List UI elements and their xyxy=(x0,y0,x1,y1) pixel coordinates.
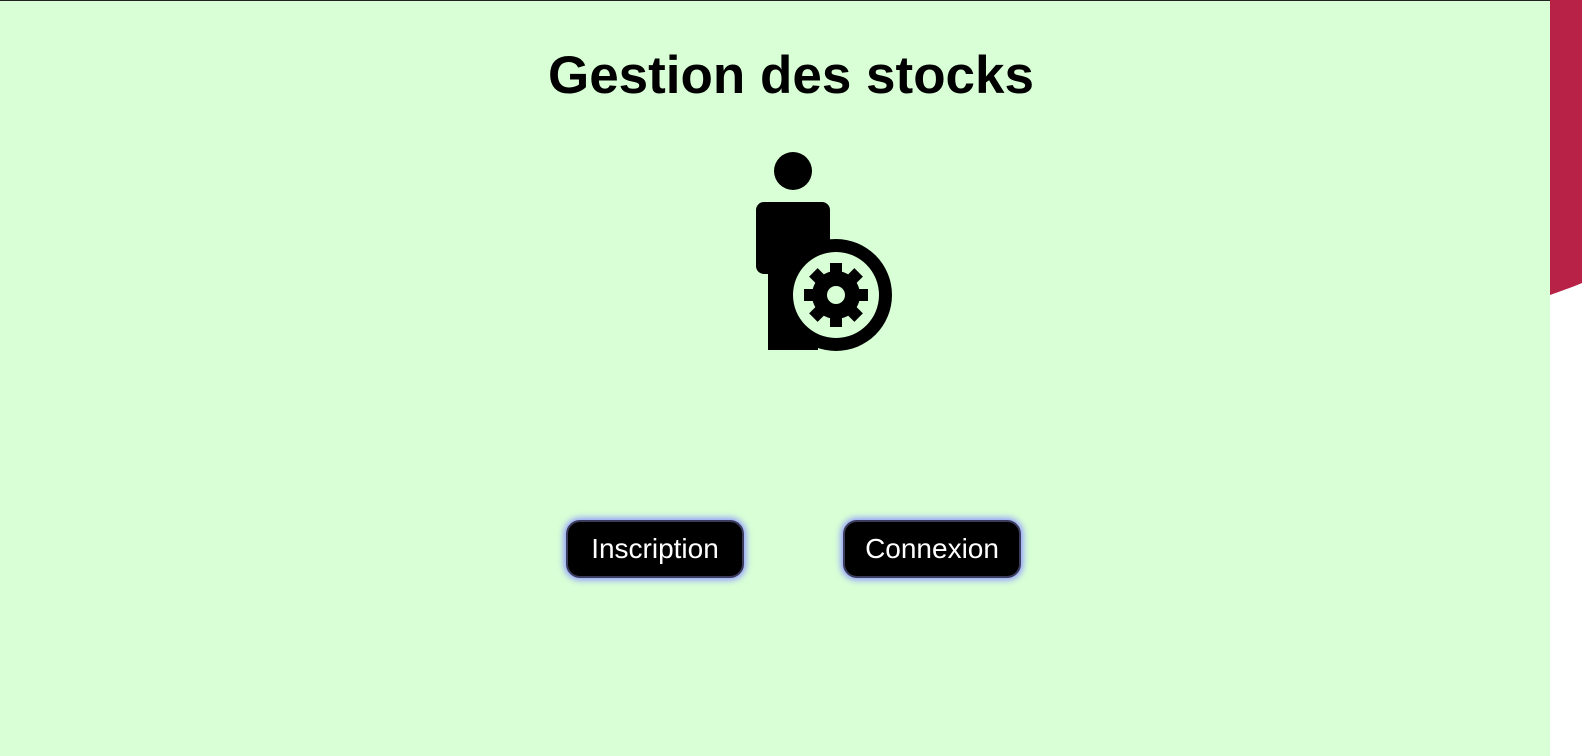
app-window: Gestion des stocks Inscription Connexion xyxy=(0,0,1582,756)
page-background xyxy=(0,0,1550,756)
user-gear-icon xyxy=(752,150,896,354)
inscription-button[interactable]: Inscription xyxy=(566,520,744,578)
decorative-accent-shape xyxy=(1550,0,1582,756)
connexion-button[interactable]: Connexion xyxy=(843,520,1021,578)
page-title: Gestion des stocks xyxy=(547,46,1034,105)
